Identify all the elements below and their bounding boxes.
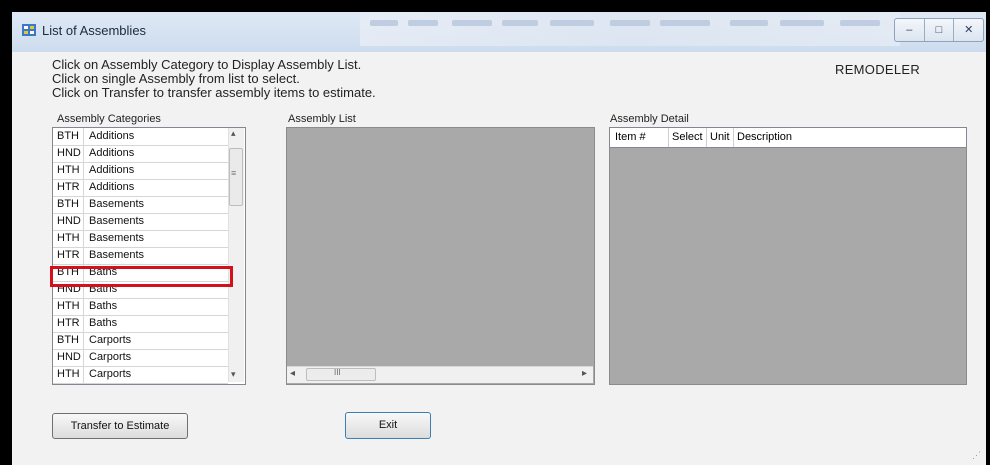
minimize-button[interactable]: – (895, 19, 925, 41)
assembly-list-panel[interactable] (286, 127, 595, 385)
column-divider (83, 145, 84, 162)
category-code: HTH (57, 232, 80, 244)
category-row[interactable]: HTH Basements (53, 230, 228, 248)
instruction-line-1: Click on Assembly Category to Display As… (52, 57, 362, 72)
hscroll-grip-icon: III (334, 368, 341, 377)
category-code: HND (57, 147, 81, 159)
category-code: HTH (57, 368, 80, 380)
app-icon (22, 24, 36, 36)
column-divider (83, 162, 84, 179)
window-title: List of Assemblies (42, 23, 147, 38)
instruction-line-3: Click on Transfer to transfer assembly i… (52, 85, 376, 100)
category-row[interactable]: HND Basements (53, 213, 228, 231)
scroll-down-arrow[interactable]: ▾ (231, 369, 236, 380)
category-name: Additions (89, 130, 135, 142)
category-row[interactable]: HTR Baths (53, 315, 228, 333)
column-divider (83, 332, 84, 349)
category-code: HND (57, 351, 81, 363)
col-item-number[interactable]: Item # (615, 131, 646, 143)
categories-label: Assembly Categories (57, 113, 161, 125)
category-row[interactable]: HTH Additions (53, 162, 228, 180)
hscroll-thumb[interactable] (306, 368, 376, 381)
transfer-to-estimate-button[interactable]: Transfer to Estimate (52, 413, 188, 439)
category-name: Basements (89, 232, 145, 244)
category-row[interactable]: BTH Basements (53, 196, 228, 214)
scroll-up-arrow[interactable]: ▴ (231, 128, 236, 139)
category-row[interactable]: HTR Additions (53, 179, 228, 197)
scroll-left-arrow[interactable]: ◂ (290, 368, 295, 379)
column-divider (83, 196, 84, 213)
category-row[interactable]: BTH Carports (53, 332, 228, 350)
category-name: Basements (89, 249, 145, 261)
assembly-detail-label: Assembly Detail (610, 113, 689, 125)
scroll-right-arrow[interactable]: ▸ (582, 368, 587, 379)
category-row[interactable]: HND Additions (53, 145, 228, 163)
column-divider (83, 247, 84, 264)
category-name: Additions (89, 147, 135, 159)
category-code: HTR (57, 249, 80, 261)
category-row[interactable]: HTH Baths (53, 298, 228, 316)
selected-category-highlight (50, 266, 233, 287)
category-code: BTH (57, 334, 79, 346)
category-name: Baths (89, 317, 118, 329)
col-description[interactable]: Description (737, 131, 792, 143)
category-name: Baths (89, 300, 118, 312)
blurred-toolbar (360, 12, 900, 46)
column-divider (83, 179, 84, 196)
category-name: Carports (89, 351, 132, 363)
category-code: BTH (57, 198, 79, 210)
category-code: HND (57, 215, 81, 227)
category-code: HTR (57, 181, 80, 193)
category-name: Basements (89, 198, 145, 210)
column-divider (83, 213, 84, 230)
close-button[interactable]: ✕ (954, 19, 983, 41)
window-controls: – □ ✕ (894, 18, 984, 42)
category-code: HTR (57, 317, 80, 329)
category-code: HTH (57, 164, 80, 176)
category-row[interactable]: HND Carports (53, 349, 228, 367)
assembly-list-label: Assembly List (288, 113, 356, 125)
category-name: Carports (89, 368, 132, 380)
category-code: BTH (57, 130, 79, 142)
category-row[interactable]: HTH Carports (53, 366, 228, 384)
column-divider (83, 230, 84, 247)
assembly-categories-list[interactable]: BTH Additions HND Additions HTH Additions HTR A… (52, 127, 246, 385)
column-divider (83, 366, 84, 383)
resize-grip[interactable]: ⋰ (972, 450, 981, 461)
column-divider (83, 349, 84, 366)
scroll-grip-icon: ≡ (231, 168, 237, 178)
category-row[interactable]: HTR Basements (53, 247, 228, 265)
category-name: Basements (89, 215, 145, 227)
category-code: HTH (57, 300, 80, 312)
category-name: Additions (89, 164, 135, 176)
category-row[interactable]: BTH Additions (53, 128, 228, 146)
column-divider (83, 315, 84, 332)
category-name: Carports (89, 334, 132, 346)
maximize-button[interactable]: □ (925, 19, 955, 41)
assembly-detail-grid[interactable] (609, 127, 967, 385)
assembly-detail-header: Item # Select Unit Description (609, 127, 967, 148)
col-select[interactable]: Select (672, 131, 703, 143)
column-divider (83, 298, 84, 315)
col-unit[interactable]: Unit (710, 131, 730, 143)
instruction-line-2: Click on single Assembly from list to se… (52, 71, 300, 86)
column-divider (83, 128, 84, 145)
brand-label: REMODELER (835, 62, 921, 77)
category-name: Additions (89, 181, 135, 193)
exit-button[interactable]: Exit (345, 412, 431, 439)
